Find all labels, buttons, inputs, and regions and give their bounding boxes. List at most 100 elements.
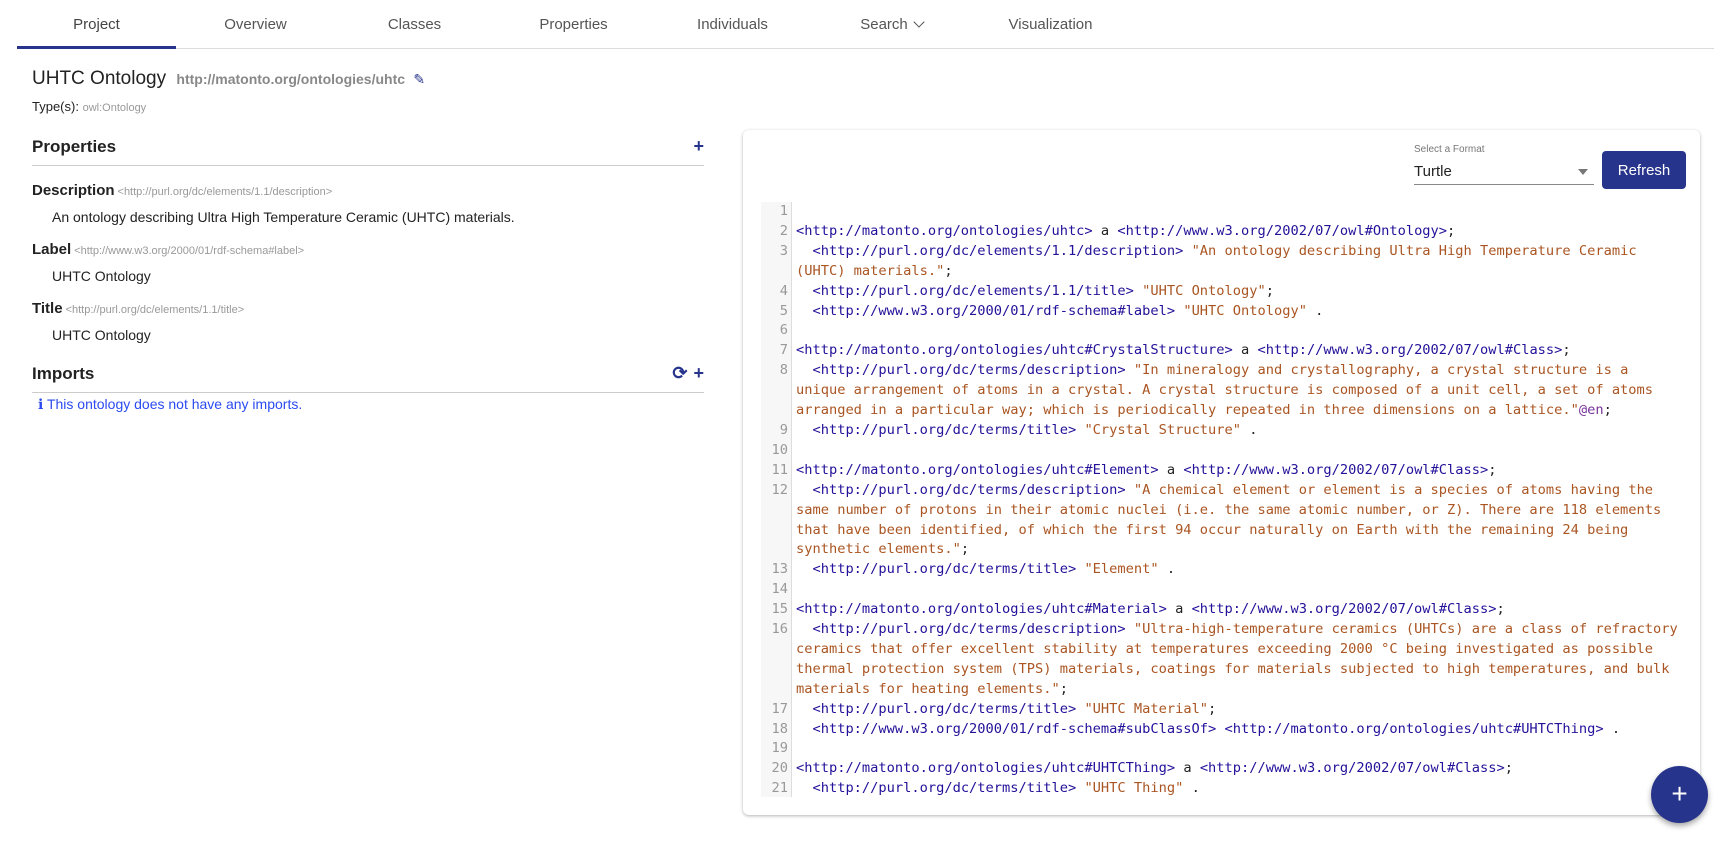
token-str: "UHTC Thing" <box>1084 780 1184 797</box>
token-pl: a <box>1158 461 1184 478</box>
line-text: <http://purl.org/dc/terms/title> "Elemen… <box>792 560 1682 580</box>
token-pl: ; <box>1504 760 1513 777</box>
token-uri: <http://www.w3.org/2002/07/owl#Class> <box>1199 760 1505 777</box>
code-line: 11 <http://matonto.org/ontologies/uhtc#El… <box>761 461 1686 481</box>
plus-icon: + <box>1671 778 1688 809</box>
pencil-icon[interactable]: ✎ <box>413 71 425 87</box>
line-number: 14 <box>771 581 788 598</box>
plus-icon[interactable]: + <box>693 363 704 384</box>
token-pl: ; <box>1488 461 1497 478</box>
refresh-button[interactable]: Refresh <box>1602 151 1686 189</box>
token-pl: a <box>1092 222 1118 239</box>
add-button[interactable]: + <box>1651 766 1708 823</box>
code-line: 8 <http://purl.org/dc/terms/description>… <box>761 361 1686 421</box>
line-number: 10 <box>771 441 788 458</box>
line-text <box>792 441 1682 461</box>
line-number: 6 <box>779 322 788 339</box>
line-text: <http://purl.org/dc/elements/1.1/descrip… <box>792 242 1682 282</box>
token-uri: <http://purl.org/dc/terms/title> <box>812 561 1077 578</box>
line-text <box>792 321 1682 341</box>
line-number: 16 <box>771 621 788 638</box>
token-pl: . <box>1183 780 1200 797</box>
token-pl: ; <box>944 262 953 279</box>
token-uri: <http://www.w3.org/2002/07/owl#Class> <box>1257 342 1563 359</box>
token-uri: <http://purl.org/dc/terms/title> <box>812 700 1077 717</box>
token-str: "UHTC Material" <box>1084 700 1209 717</box>
imports-header: Imports ⟳ + <box>32 363 704 393</box>
line-number: 2 <box>779 222 788 239</box>
tab-search[interactable]: Search <box>812 0 971 48</box>
line-number: 4 <box>779 282 788 299</box>
token-pl: . <box>1306 302 1324 319</box>
line-text: <http://matonto.org/ontologies/uhtc#Crys… <box>792 341 1682 361</box>
line-text: <http://purl.org/dc/terms/title> "Crysta… <box>792 421 1682 441</box>
line-number: 1 <box>779 203 788 219</box>
refresh-icon[interactable]: ⟳ <box>672 363 687 384</box>
line-number: 19 <box>771 740 788 757</box>
line-text: <http://www.w3.org/2000/01/rdf-schema#su… <box>792 720 1682 740</box>
token-uri: <http://matonto.org/ontologies/uhtc#UHTC… <box>1224 720 1604 737</box>
token-uri: <http://www.w3.org/2002/07/owl#Class> <box>1191 601 1497 618</box>
code-line: 4 <http://purl.org/dc/elements/1.1/title… <box>761 282 1686 302</box>
token-pl: a <box>1166 601 1192 618</box>
line-number: 5 <box>779 302 788 319</box>
token-uri: <http://www.w3.org/2000/01/rdf-schema#su… <box>812 720 1217 737</box>
code-preview[interactable]: 1 2 <http://matonto.org/ontologies/uhtc> … <box>761 202 1686 797</box>
token-pl: ; <box>1059 680 1068 697</box>
properties-header: Properties + <box>32 136 704 166</box>
line-text <box>792 739 1682 759</box>
code-line: 1 <box>761 202 1686 222</box>
code-line: 16 <http://purl.org/dc/terms/description… <box>761 620 1686 700</box>
code-line: 19 <box>761 739 1686 759</box>
property-label: Label <http://www.w3.org/2000/01/rdf-sche… <box>32 241 305 284</box>
tab-classes[interactable]: Classes <box>335 0 494 48</box>
ontology-types: Type(s): owl:Ontology <box>32 99 147 114</box>
line-text: <http://purl.org/dc/terms/title> "UHTC T… <box>792 779 1682 797</box>
plus-icon[interactable]: + <box>693 136 704 157</box>
serialization-preview-panel: Select a Format Turtle Refresh 1 2 <http:… <box>743 130 1700 815</box>
token-uri: <http://purl.org/dc/terms/description> <box>812 621 1126 638</box>
line-text: <http://www.w3.org/2000/01/rdf-schema#la… <box>792 302 1682 322</box>
line-text: <http://purl.org/dc/terms/title> "UHTC M… <box>792 700 1682 720</box>
line-text: <http://purl.org/dc/terms/description> "… <box>792 481 1682 561</box>
token-str: "UHTC Ontology" <box>1183 302 1307 319</box>
tab-properties[interactable]: Properties <box>494 0 653 48</box>
line-text: <http://matonto.org/ontologies/uhtc> a <… <box>792 222 1682 242</box>
token-pl: ; <box>1603 402 1612 419</box>
code-line: 17 <http://purl.org/dc/terms/title> "UHT… <box>761 700 1686 720</box>
ontology-title: UHTC Ontology <box>32 68 167 89</box>
tab-visualization[interactable]: Visualization <box>971 0 1130 48</box>
token-uri: <http://purl.org/dc/elements/1.1/title> <box>812 282 1134 299</box>
token-pl: a <box>1175 760 1200 777</box>
tab-project[interactable]: Project <box>17 0 176 49</box>
token-pl: ; <box>1208 700 1217 717</box>
token-lang: @en <box>1578 402 1604 419</box>
left-column: Properties + Description <http://purl.org… <box>32 136 704 413</box>
info-icon: ℹ <box>38 396 47 412</box>
token-uri: <http://purl.org/dc/terms/title> <box>812 780 1077 797</box>
chevron-down-icon <box>913 16 925 28</box>
line-text: <http://matonto.org/ontologies/uhtc#UHTC… <box>792 759 1682 779</box>
tab-overview[interactable]: Overview <box>176 0 335 48</box>
format-select[interactable]: Select a Format Turtle <box>1414 144 1594 185</box>
line-text: <http://matonto.org/ontologies/uhtc#Elem… <box>792 461 1682 481</box>
line-number: 15 <box>771 601 788 618</box>
tab-individuals[interactable]: Individuals <box>653 0 812 48</box>
line-text: <http://matonto.org/ontologies/uhtc#Mate… <box>792 600 1682 620</box>
property-title: Title <http://purl.org/dc/elements/1.1/ti… <box>32 300 245 343</box>
token-pl: ; <box>1496 601 1505 618</box>
main-tabs: Project Overview Classes Properties Indi… <box>17 0 1714 49</box>
token-pl: a <box>1232 342 1258 359</box>
token-uri: <http://matonto.org/ontologies/uhtc#Elem… <box>796 461 1159 478</box>
line-text <box>792 580 1682 600</box>
